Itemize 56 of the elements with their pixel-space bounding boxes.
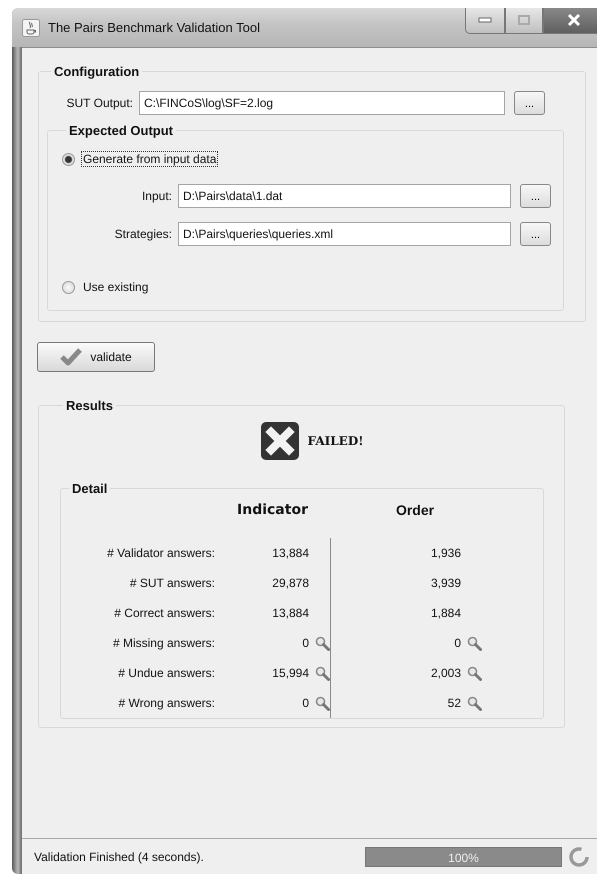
group-title: Results — [65, 398, 114, 413]
magnifier-icon[interactable] — [467, 636, 482, 650]
value-text: 13,884 — [272, 546, 309, 560]
field-label: Strategies: — [114, 227, 173, 241]
browse-button[interactable]: ... — [520, 184, 551, 208]
use-existing-radio[interactable]: Use existing — [62, 280, 553, 294]
status-message: Validation Finished (4 seconds). — [34, 850, 205, 864]
java-cup-icon — [22, 18, 40, 36]
value-text: 0 — [302, 636, 309, 650]
row-label: # Missing answers: — [112, 635, 215, 652]
magnifier-icon[interactable] — [315, 666, 330, 680]
row-label: # Wrong answers: — [118, 695, 215, 712]
close-icon — [567, 14, 581, 26]
sut-output-field[interactable]: C:\FINCoS\log\SF=2.log — [139, 91, 505, 115]
value-text: 2,003 — [430, 666, 461, 680]
error-x-icon — [260, 421, 300, 461]
window-title: The Pairs Benchmark Validation Tool — [48, 20, 260, 35]
magnifier-icon[interactable] — [467, 696, 482, 710]
close-button[interactable] — [543, 8, 597, 34]
minimize-icon — [478, 17, 492, 23]
value-text: 0 — [302, 696, 309, 710]
progress-text: 100% — [447, 850, 480, 864]
minimize-button[interactable] — [465, 8, 505, 34]
value-text: 0 — [454, 636, 461, 650]
value-text: 29,878 — [272, 576, 309, 590]
value-text: 1,884 — [430, 606, 461, 620]
field-label: Input: — [140, 189, 173, 203]
group-title: Configuration — [53, 64, 140, 79]
row-label: # Correct answers: — [113, 605, 215, 622]
column-header: Order — [394, 501, 436, 520]
field-label: SUT Output: — [66, 96, 134, 110]
value-text: 3,939 — [430, 576, 461, 590]
magnifier-icon[interactable] — [315, 636, 330, 650]
generate-radio[interactable]: Generate from input data — [62, 152, 553, 166]
result-status: FAILED! — [308, 434, 364, 448]
path-field[interactable]: D:\Pairs\queries\queries.xml — [178, 222, 511, 246]
row-label: # SUT answers: — [128, 575, 215, 592]
value-text: 13,884 — [272, 606, 309, 620]
group-title: Detail — [71, 481, 108, 496]
value-text: 52 — [448, 696, 461, 710]
group-title: Expected Output — [68, 123, 174, 138]
maximize-icon — [518, 15, 530, 25]
row-label: # Validator answers: — [106, 545, 215, 562]
magnifier-icon[interactable] — [315, 696, 330, 710]
magnifier-icon[interactable] — [467, 666, 482, 680]
browse-button[interactable]: ... — [514, 91, 545, 115]
value-text: 1,936 — [430, 546, 461, 560]
path-field[interactable]: D:\Pairs\data\1.dat — [178, 184, 511, 208]
maximize-button[interactable] — [505, 8, 543, 34]
checkmark-icon — [60, 348, 82, 366]
column-header: Indicator — [236, 501, 309, 520]
row-label: # Undue answers: — [117, 665, 215, 682]
spinner-icon — [568, 846, 590, 868]
browse-button[interactable]: ... — [520, 222, 551, 246]
validate-button[interactable]: validate — [37, 342, 155, 372]
value-text: 15,994 — [272, 666, 309, 680]
